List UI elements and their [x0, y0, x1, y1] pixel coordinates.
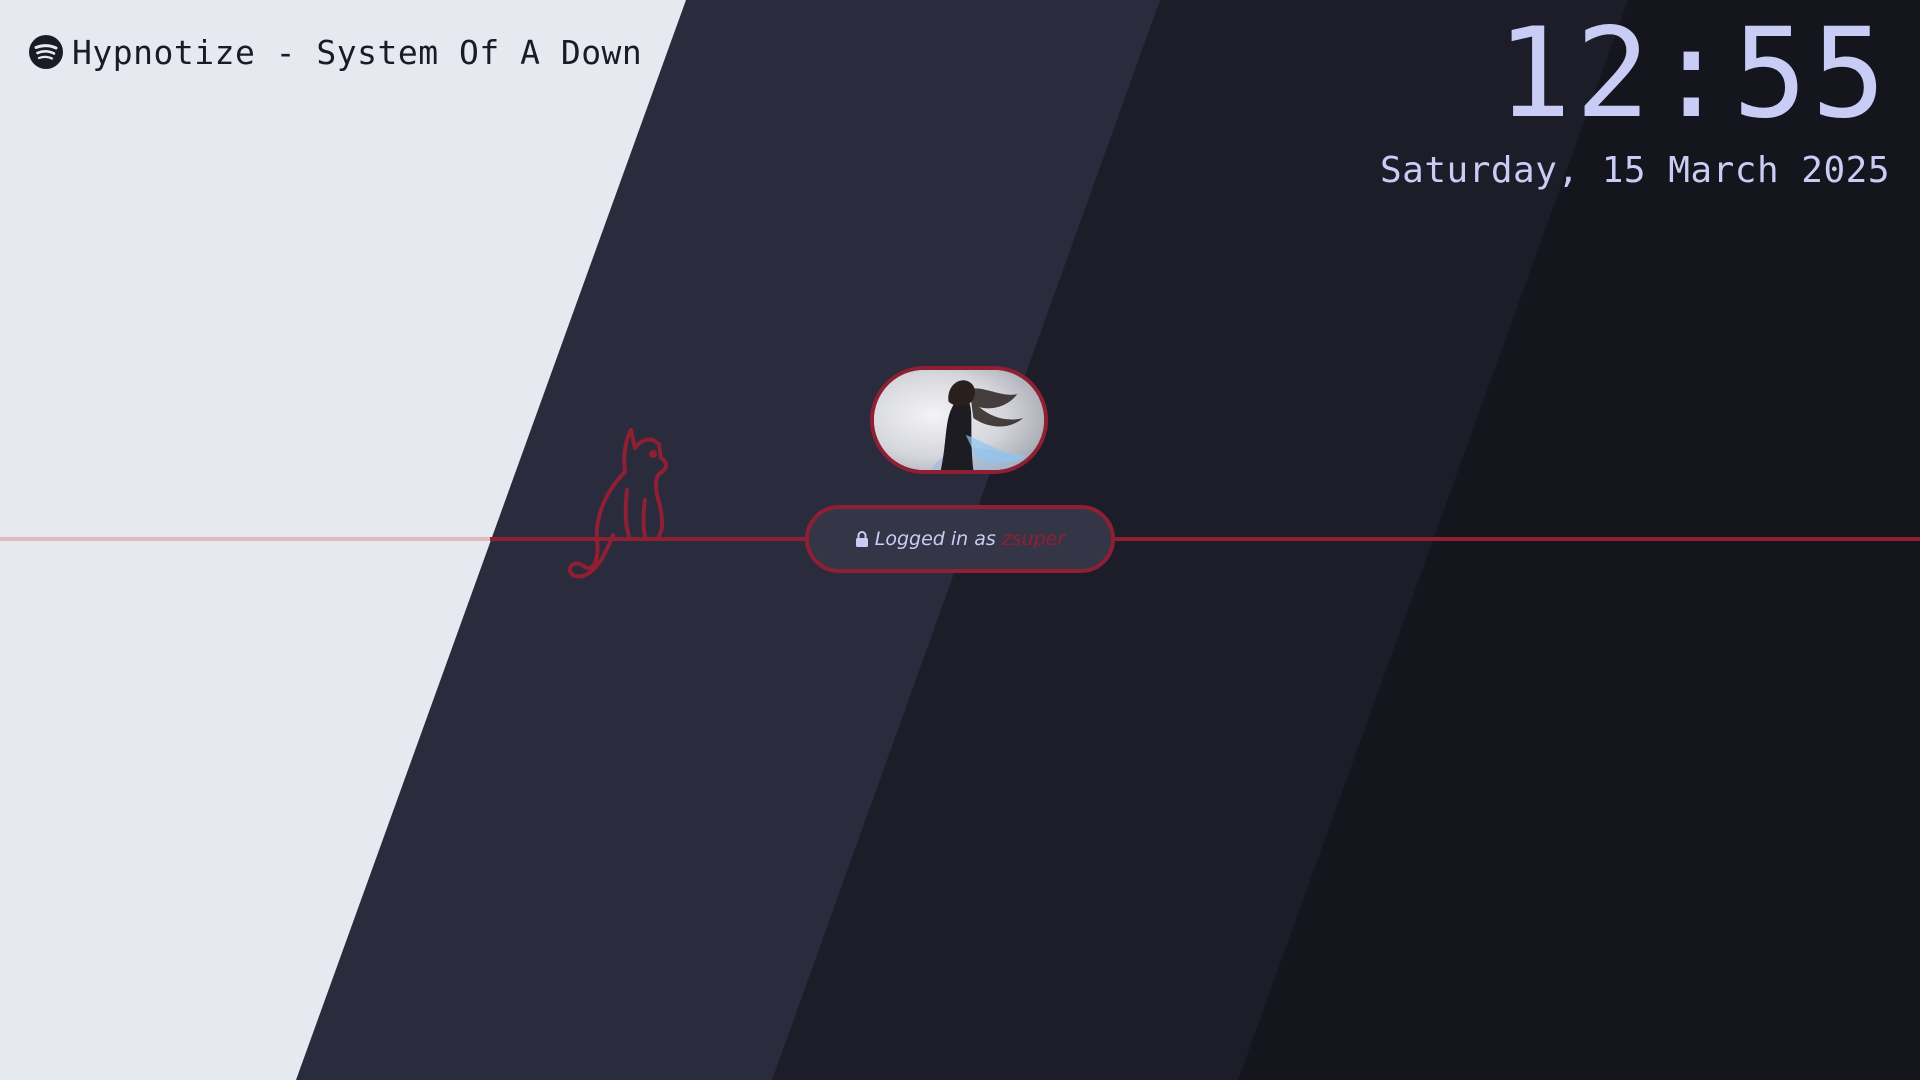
now-playing-text: Hypnotize - System Of A Down [72, 32, 643, 72]
spotify-icon [29, 35, 63, 69]
lock-icon [855, 531, 868, 547]
avatar-image [874, 370, 1044, 470]
cat-outline-icon [567, 428, 668, 579]
login-prefix-text: Logged in as [874, 528, 996, 550]
clock-date: Saturday, 15 March 2025 [1380, 150, 1890, 191]
clock-time: 12:55 [1496, 2, 1890, 146]
divider-line-faded [0, 537, 490, 541]
login-status-pill: Logged in as zsuper [805, 505, 1115, 573]
now-playing-widget: Hypnotize - System Of A Down [28, 30, 642, 74]
divider-line [490, 537, 1920, 541]
login-username: zsuper [1001, 528, 1066, 550]
lock-screen: Hypnotize - System Of A Down 12:55 Satur… [0, 0, 1920, 1080]
user-avatar [870, 366, 1048, 474]
